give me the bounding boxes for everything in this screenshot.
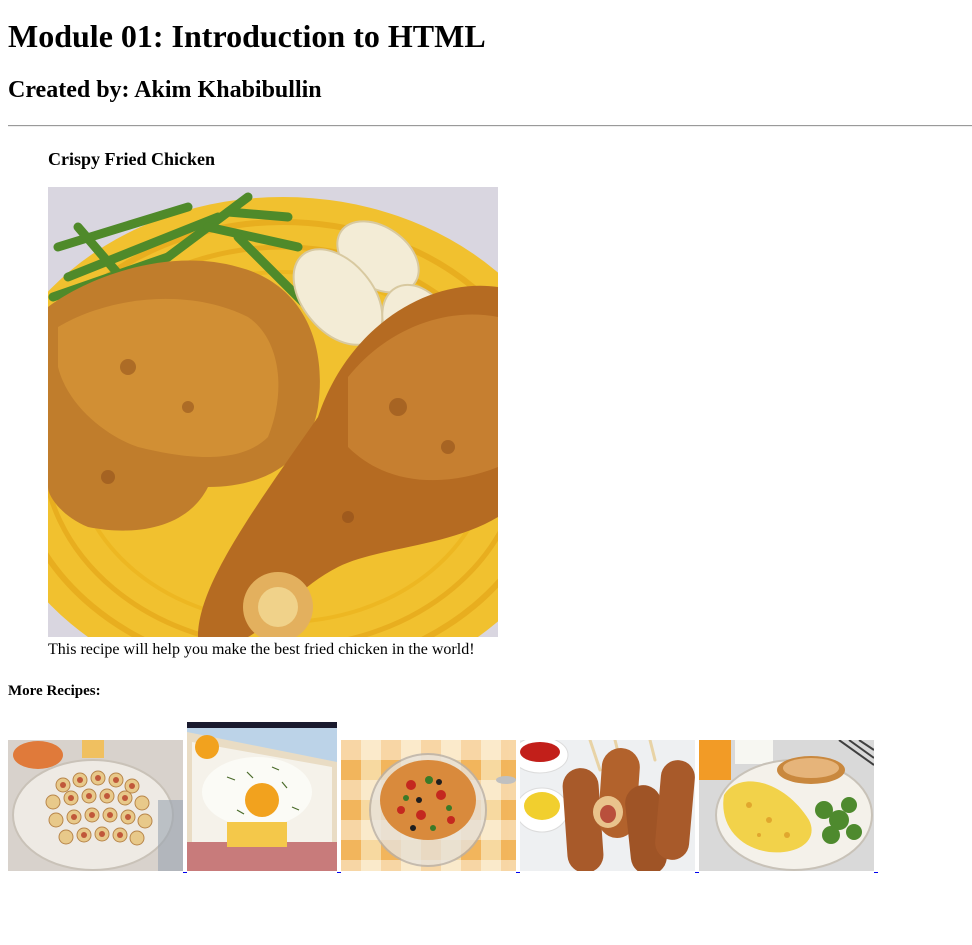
pasta-salad-image	[341, 740, 516, 871]
link-underline	[337, 872, 341, 873]
egg-toast-image	[187, 722, 337, 871]
fried-chicken-image	[48, 187, 498, 637]
link-underline	[516, 872, 520, 873]
page-title: Module 01: Introduction to HTML	[8, 18, 486, 54]
pinwheels-image	[8, 740, 183, 871]
recipe-link-pasta-salad[interactable]	[341, 740, 520, 873]
featured-recipe: Crispy Fried Chicken This recipe will he…	[48, 149, 964, 659]
recipe-link-corn-dogs[interactable]	[520, 740, 699, 873]
recipe-link-egg-toast[interactable]	[187, 722, 341, 873]
more-recipes-heading: More Recipes:	[8, 683, 101, 699]
author-heading: Created by: Akim Khabibullin	[8, 77, 322, 103]
corn-dogs-image	[520, 740, 695, 871]
link-underline	[183, 872, 187, 873]
featured-recipe-caption: This recipe will help you make the best …	[48, 641, 475, 658]
recipe-link-pinwheels[interactable]	[8, 740, 187, 873]
page: Module 01: Introduction to HTML Created …	[0, 0, 972, 882]
link-underline	[874, 872, 878, 873]
link-underline	[695, 872, 699, 873]
more-recipes-list	[8, 722, 964, 882]
omelette-image	[699, 740, 874, 871]
featured-recipe-title: Crispy Fried Chicken	[48, 149, 216, 169]
divider	[8, 125, 972, 127]
recipe-link-omelette[interactable]	[699, 740, 878, 873]
